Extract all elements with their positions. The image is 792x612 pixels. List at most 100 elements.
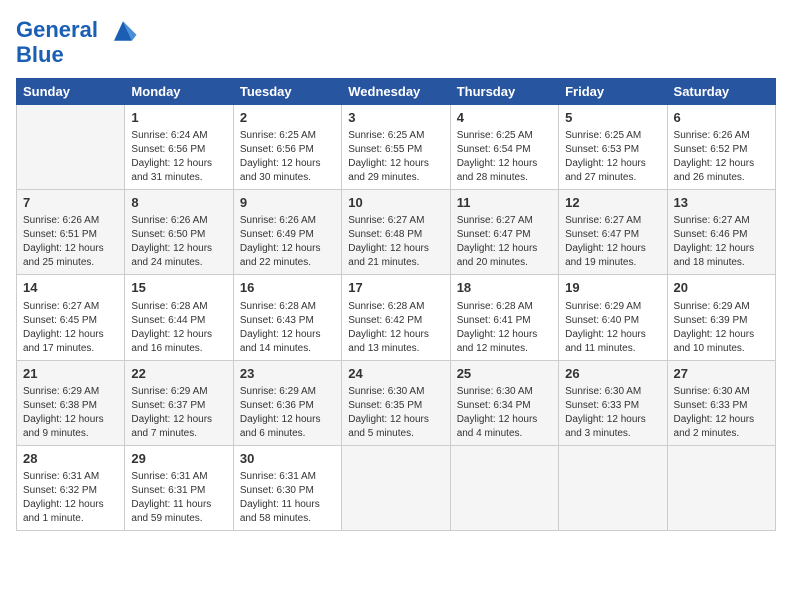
calendar-day-cell: 14Sunrise: 6:27 AM Sunset: 6:45 PM Dayli… [17, 275, 125, 360]
calendar-day-cell: 15Sunrise: 6:28 AM Sunset: 6:44 PM Dayli… [125, 275, 233, 360]
calendar-day-cell: 22 Sunrise: 6:29 AM Sunset: 6:37 PM Dayli… [125, 360, 233, 445]
day-info: Sunrise: 6:26 AM Sunset: 6:50 PM Dayligh… [131, 214, 226, 270]
weekday-header-cell: Wednesday [342, 79, 450, 105]
calendar-day-cell [450, 445, 558, 530]
calendar-day-cell [17, 105, 125, 190]
day-info: Sunrise: 6:28 AM Sunset: 6:41 PM Dayligh… [457, 300, 552, 356]
calendar-day-cell: 30 Sunrise: 6:31 AM Sunset: 6:30 PM Dayli… [233, 445, 341, 530]
day-info: Sunrise: 6:25 AM Sunset: 6:55 PM Dayligh… [348, 129, 443, 185]
day-info: Sunrise: 6:29 AM Sunset: 6:38 PM Dayligh… [23, 385, 118, 441]
day-info: Sunrise: 6:25 AM Sunset: 6:54 PM Dayligh… [457, 129, 552, 185]
day-number: 26 [565, 365, 660, 383]
day-info: Sunrise: 6:28 AM Sunset: 6:42 PM Dayligh… [348, 300, 443, 356]
day-number: 22 [131, 365, 226, 383]
calendar-day-cell [667, 445, 775, 530]
day-info: Sunrise: 6:27 AM Sunset: 6:48 PM Dayligh… [348, 214, 443, 270]
calendar-day-cell: 25Sunrise: 6:30 AM Sunset: 6:34 PM Dayli… [450, 360, 558, 445]
day-number: 18 [457, 279, 552, 297]
calendar-day-cell: 3Sunrise: 6:25 AM Sunset: 6:55 PM Daylig… [342, 105, 450, 190]
day-info: Sunrise: 6:31 AM Sunset: 6:30 PM Dayligh… [240, 470, 335, 526]
day-info: Sunrise: 6:27 AM Sunset: 6:45 PM Dayligh… [23, 300, 118, 356]
day-info: Sunrise: 6:26 AM Sunset: 6:51 PM Dayligh… [23, 214, 118, 270]
day-info: Sunrise: 6:30 AM Sunset: 6:35 PM Dayligh… [348, 385, 443, 441]
day-number: 15 [131, 279, 226, 297]
logo: General Blue [16, 16, 138, 68]
day-info: Sunrise: 6:25 AM Sunset: 6:56 PM Dayligh… [240, 129, 335, 185]
calendar-day-cell: 6Sunrise: 6:26 AM Sunset: 6:52 PM Daylig… [667, 105, 775, 190]
calendar-week-row: 1 Sunrise: 6:24 AM Sunset: 6:56 PM Daylig… [17, 105, 776, 190]
day-number: 8 [131, 194, 226, 212]
weekday-header-cell: Friday [559, 79, 667, 105]
calendar-week-row: 21Sunrise: 6:29 AM Sunset: 6:38 PM Dayli… [17, 360, 776, 445]
calendar-day-cell: 1 Sunrise: 6:24 AM Sunset: 6:56 PM Daylig… [125, 105, 233, 190]
day-number: 29 [131, 450, 226, 468]
page-header: General Blue [16, 16, 776, 68]
day-number: 12 [565, 194, 660, 212]
calendar-day-cell: 16 Sunrise: 6:28 AM Sunset: 6:43 PM Dayli… [233, 275, 341, 360]
day-info: Sunrise: 6:24 AM Sunset: 6:56 PM Dayligh… [131, 129, 226, 185]
day-number: 5 [565, 109, 660, 127]
calendar-week-row: 7Sunrise: 6:26 AM Sunset: 6:51 PM Daylig… [17, 190, 776, 275]
day-info: Sunrise: 6:29 AM Sunset: 6:36 PM Dayligh… [240, 385, 335, 441]
day-number: 23 [240, 365, 335, 383]
calendar-day-cell [342, 445, 450, 530]
calendar-day-cell: 12Sunrise: 6:27 AM Sunset: 6:47 PM Dayli… [559, 190, 667, 275]
calendar-day-cell: 23 Sunrise: 6:29 AM Sunset: 6:36 PM Dayli… [233, 360, 341, 445]
day-number: 25 [457, 365, 552, 383]
weekday-header-cell: Saturday [667, 79, 775, 105]
day-info: Sunrise: 6:29 AM Sunset: 6:40 PM Dayligh… [565, 300, 660, 356]
calendar-day-cell: 27 Sunrise: 6:30 AM Sunset: 6:33 PM Dayli… [667, 360, 775, 445]
calendar-day-cell: 18 Sunrise: 6:28 AM Sunset: 6:41 PM Dayli… [450, 275, 558, 360]
day-info: Sunrise: 6:27 AM Sunset: 6:47 PM Dayligh… [457, 214, 552, 270]
calendar-week-row: 14Sunrise: 6:27 AM Sunset: 6:45 PM Dayli… [17, 275, 776, 360]
day-number: 9 [240, 194, 335, 212]
day-number: 16 [240, 279, 335, 297]
day-info: Sunrise: 6:28 AM Sunset: 6:43 PM Dayligh… [240, 300, 335, 356]
day-number: 2 [240, 109, 335, 127]
day-number: 20 [674, 279, 769, 297]
day-number: 10 [348, 194, 443, 212]
day-info: Sunrise: 6:27 AM Sunset: 6:46 PM Dayligh… [674, 214, 769, 270]
calendar-day-cell: 28 Sunrise: 6:31 AM Sunset: 6:32 PM Dayli… [17, 445, 125, 530]
logo-icon [108, 16, 138, 46]
calendar-day-cell: 20 Sunrise: 6:29 AM Sunset: 6:39 PM Dayli… [667, 275, 775, 360]
weekday-header-row: SundayMondayTuesdayWednesdayThursdayFrid… [17, 79, 776, 105]
day-number: 30 [240, 450, 335, 468]
day-number: 13 [674, 194, 769, 212]
calendar-table: SundayMondayTuesdayWednesdayThursdayFrid… [16, 78, 776, 531]
day-number: 24 [348, 365, 443, 383]
day-info: Sunrise: 6:31 AM Sunset: 6:31 PM Dayligh… [131, 470, 226, 526]
day-number: 4 [457, 109, 552, 127]
day-info: Sunrise: 6:30 AM Sunset: 6:33 PM Dayligh… [565, 385, 660, 441]
day-number: 27 [674, 365, 769, 383]
day-info: Sunrise: 6:25 AM Sunset: 6:53 PM Dayligh… [565, 129, 660, 185]
day-info: Sunrise: 6:29 AM Sunset: 6:39 PM Dayligh… [674, 300, 769, 356]
calendar-day-cell: 26 Sunrise: 6:30 AM Sunset: 6:33 PM Dayli… [559, 360, 667, 445]
calendar-day-cell: 8 Sunrise: 6:26 AM Sunset: 6:50 PM Daylig… [125, 190, 233, 275]
calendar-day-cell: 29 Sunrise: 6:31 AM Sunset: 6:31 PM Dayli… [125, 445, 233, 530]
weekday-header-cell: Thursday [450, 79, 558, 105]
day-info: Sunrise: 6:26 AM Sunset: 6:49 PM Dayligh… [240, 214, 335, 270]
day-info: Sunrise: 6:29 AM Sunset: 6:37 PM Dayligh… [131, 385, 226, 441]
weekday-header-cell: Monday [125, 79, 233, 105]
day-number: 19 [565, 279, 660, 297]
day-number: 28 [23, 450, 118, 468]
calendar-day-cell: 13 Sunrise: 6:27 AM Sunset: 6:46 PM Dayli… [667, 190, 775, 275]
calendar-day-cell: 9 Sunrise: 6:26 AM Sunset: 6:49 PM Daylig… [233, 190, 341, 275]
calendar-day-cell: 17 Sunrise: 6:28 AM Sunset: 6:42 PM Dayli… [342, 275, 450, 360]
day-number: 1 [131, 109, 226, 127]
calendar-day-cell: 4 Sunrise: 6:25 AM Sunset: 6:54 PM Daylig… [450, 105, 558, 190]
calendar-day-cell: 10 Sunrise: 6:27 AM Sunset: 6:48 PM Dayli… [342, 190, 450, 275]
day-number: 17 [348, 279, 443, 297]
calendar-body: 1 Sunrise: 6:24 AM Sunset: 6:56 PM Daylig… [17, 105, 776, 531]
weekday-header-cell: Sunday [17, 79, 125, 105]
calendar-week-row: 28 Sunrise: 6:31 AM Sunset: 6:32 PM Dayli… [17, 445, 776, 530]
calendar-day-cell: 24 Sunrise: 6:30 AM Sunset: 6:35 PM Dayli… [342, 360, 450, 445]
day-number: 6 [674, 109, 769, 127]
calendar-day-cell: 21Sunrise: 6:29 AM Sunset: 6:38 PM Dayli… [17, 360, 125, 445]
day-info: Sunrise: 6:31 AM Sunset: 6:32 PM Dayligh… [23, 470, 118, 526]
calendar-day-cell: 19 Sunrise: 6:29 AM Sunset: 6:40 PM Dayli… [559, 275, 667, 360]
weekday-header-cell: Tuesday [233, 79, 341, 105]
day-info: Sunrise: 6:30 AM Sunset: 6:33 PM Dayligh… [674, 385, 769, 441]
calendar-day-cell [559, 445, 667, 530]
